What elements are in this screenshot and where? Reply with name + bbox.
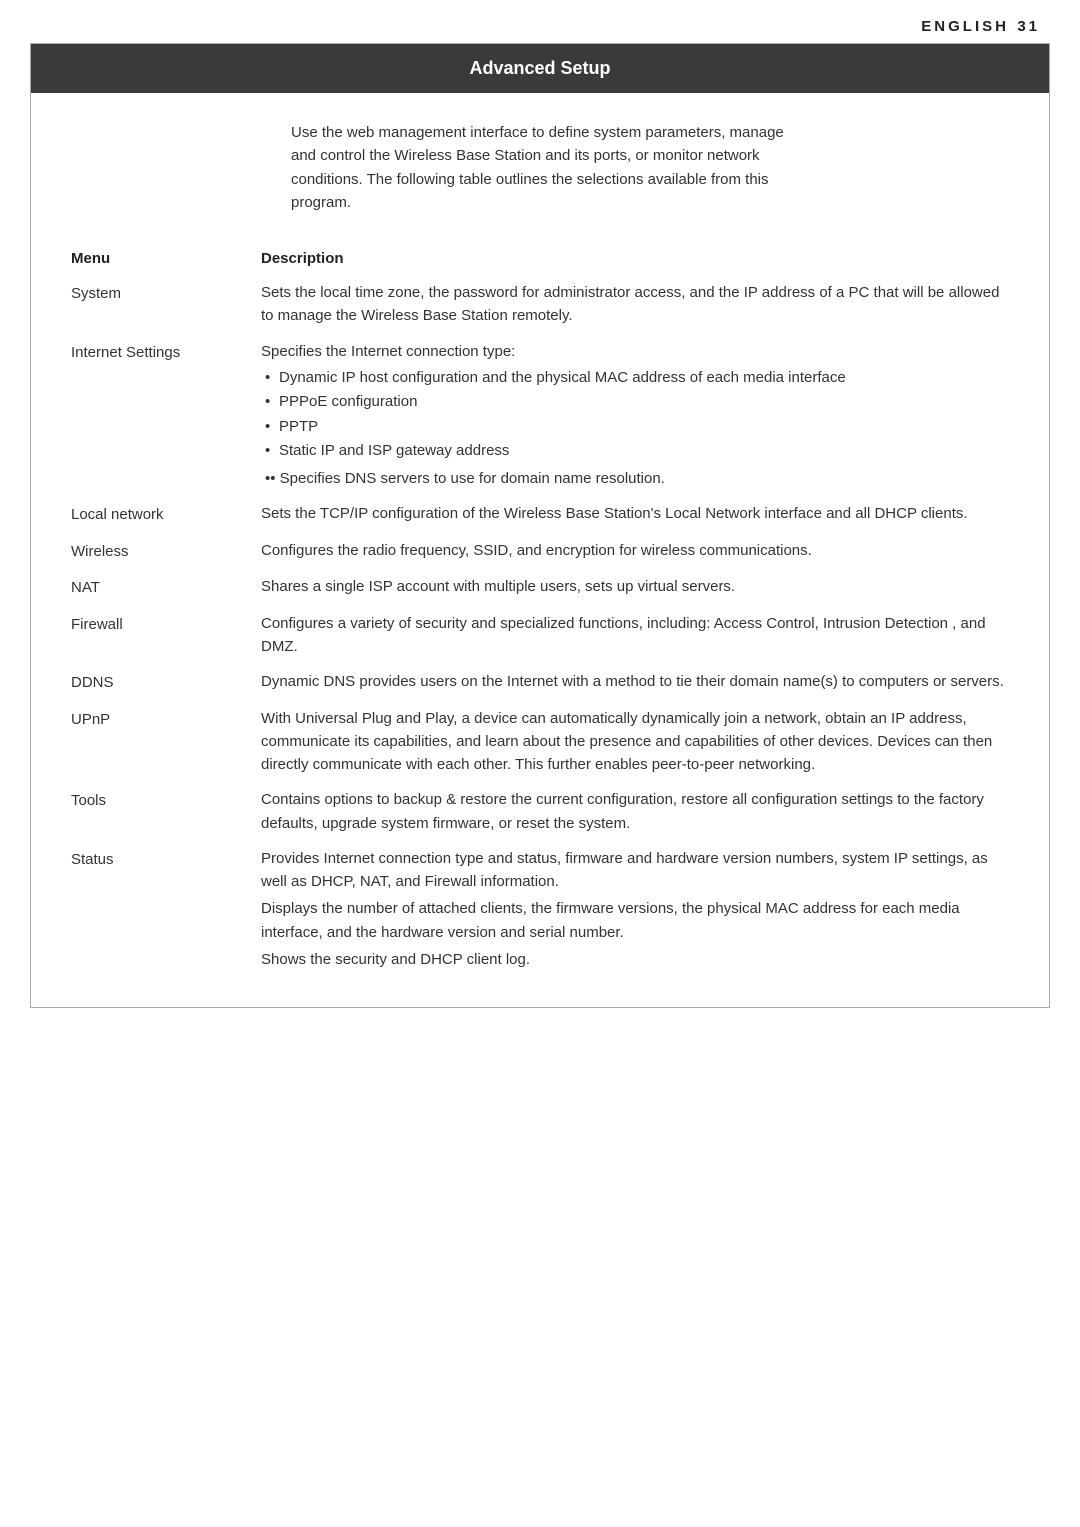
content-area: Use the web management interface to defi…: [31, 93, 1049, 1007]
table-row: System Sets the local time zone, the pas…: [31, 275, 1049, 334]
desc-firewall: Configures a variety of security and spe…: [261, 612, 1049, 659]
bullet-item: Dynamic IP host configuration and the ph…: [261, 367, 1009, 390]
dns-note: •• Specifies DNS servers to use for doma…: [261, 467, 1009, 490]
table-row: NAT Shares a single ISP account with mul…: [31, 569, 1049, 606]
col-desc-header: Description: [261, 250, 1049, 267]
status-desc-2: Displays the number of attached clients,…: [261, 897, 1009, 944]
status-desc-3: Shows the security and DHCP client log.: [261, 948, 1009, 971]
desc-status: Provides Internet connection type and st…: [261, 847, 1049, 971]
table-row: UPnP With Universal Plug and Play, a dev…: [31, 701, 1049, 783]
menu-item-nat: NAT: [31, 575, 261, 600]
intro-text: Use the web management interface to defi…: [31, 93, 1049, 242]
bullet-item: Static IP and ISP gateway address: [261, 440, 1009, 463]
table-header-row: Menu Description: [31, 242, 1049, 275]
menu-item-upnp: UPnP: [31, 707, 261, 732]
table-row: Wireless Configures the radio frequency,…: [31, 533, 1049, 570]
table-row: Internet Settings Specifies the Internet…: [31, 334, 1049, 497]
table-row: Status Provides Internet connection type…: [31, 841, 1049, 977]
menu-item-internet-settings: Internet Settings: [31, 340, 261, 365]
status-desc-1: Provides Internet connection type and st…: [261, 847, 1009, 894]
desc-local-network: Sets the TCP/IP configuration of the Wir…: [261, 502, 1049, 525]
desc-upnp: With Universal Plug and Play, a device c…: [261, 707, 1049, 777]
main-content-box: Advanced Setup Use the web management in…: [30, 43, 1050, 1008]
internet-bullets: Dynamic IP host configuration and the ph…: [261, 367, 1009, 463]
desc-system: Sets the local time zone, the password f…: [261, 281, 1049, 328]
menu-item-status: Status: [31, 847, 261, 872]
desc-ddns: Dynamic DNS provides users on the Intern…: [261, 670, 1049, 693]
table-row: DDNS Dynamic DNS provides users on the I…: [31, 664, 1049, 701]
table-row: Tools Contains options to backup & resto…: [31, 782, 1049, 841]
menu-item-local-network: Local network: [31, 502, 261, 527]
section-title: Advanced Setup: [31, 44, 1049, 93]
menu-table: Menu Description System Sets the local t…: [31, 242, 1049, 1007]
bullet-item: PPTP: [261, 416, 1009, 439]
bullet-item: PPPoE configuration: [261, 391, 1009, 414]
table-row: Local network Sets the TCP/IP configurat…: [31, 496, 1049, 533]
desc-tools: Contains options to backup & restore the…: [261, 788, 1049, 835]
menu-item-wireless: Wireless: [31, 539, 261, 564]
desc-nat: Shares a single ISP account with multipl…: [261, 575, 1049, 598]
page-number: 31: [1017, 18, 1040, 35]
menu-item-firewall: Firewall: [31, 612, 261, 637]
desc-wireless: Configures the radio frequency, SSID, an…: [261, 539, 1049, 562]
internet-desc-prefix: Specifies the Internet connection type:: [261, 343, 515, 360]
page-language: ENGLISH: [921, 18, 1009, 35]
menu-item-tools: Tools: [31, 788, 261, 813]
menu-item-system: System: [31, 281, 261, 306]
table-row: Firewall Configures a variety of securit…: [31, 606, 1049, 665]
col-menu-header: Menu: [31, 250, 261, 267]
menu-item-ddns: DDNS: [31, 670, 261, 695]
desc-internet-settings: Specifies the Internet connection type: …: [261, 340, 1049, 491]
